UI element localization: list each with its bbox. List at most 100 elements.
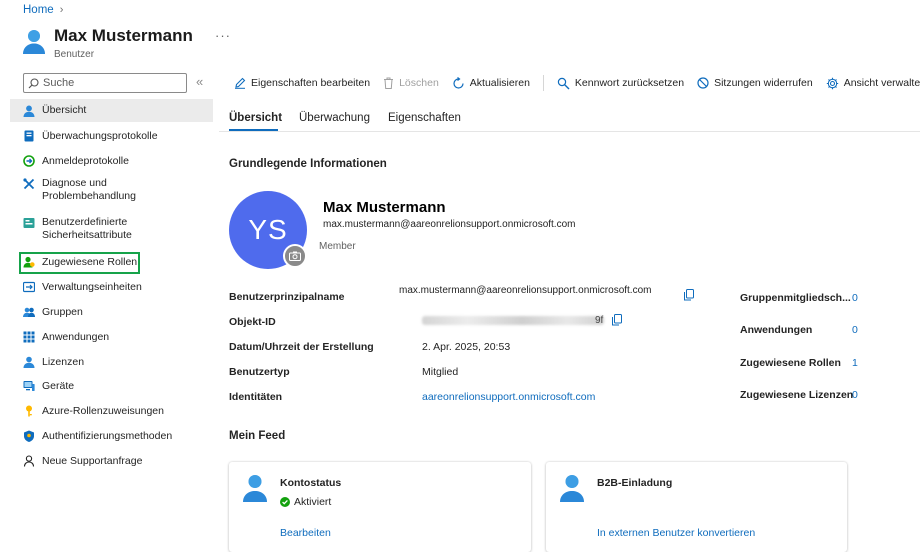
support-icon [23,455,35,467]
sidebar-search[interactable] [23,73,187,93]
applications-label: Anwendungen [740,324,813,336]
sidebar-item-label: Geräte [42,379,75,392]
b2b-invitation-title: B2B-Einladung [597,477,673,489]
sidebar-item-auth-methods[interactable]: Authentifizierungsmethoden [10,428,213,444]
identities-link[interactable]: aareonrelionsupport.onmicrosoft.com [422,391,595,403]
user-type-label: Benutzertyp [229,366,290,378]
assigned-licenses-label: Zugewiesene Lizenzen [740,389,854,401]
delete-label: Löschen [399,77,439,89]
breadcrumb-home-link[interactable]: Home [23,4,54,16]
group-memberships-label: Gruppenmitgliedsch... [740,292,851,304]
sidebar-item-label: Anwendungen [42,330,110,343]
edit-properties-button[interactable]: Eigenschaften bearbeiten [234,77,370,89]
apps-grid-icon [23,331,35,343]
wrench-icon [23,178,35,190]
sidebar-item-diagnose[interactable]: Diagnose und Problembehandlung [10,177,213,205]
reset-password-label: Kennwort zurücksetzen [574,77,685,89]
account-status-card: Kontostatus Aktiviert Bearbeiten [229,462,531,552]
manage-view-label: Ansicht verwalten [843,77,920,89]
tab-overview[interactable]: Übersicht [229,112,282,124]
copy-upn-button[interactable] [683,289,695,301]
object-id-redacted [422,316,604,325]
sidebar-item-label: Lizenzen [42,355,85,368]
profile-name: Max Mustermann [323,199,446,216]
device-icon [23,380,35,392]
block-icon [697,77,709,89]
b2b-invitation-card: B2B-Einladung In externen Benutzer konve… [546,462,847,552]
gear-icon [826,77,839,90]
sidebar-item-groups[interactable]: Gruppen [10,304,213,320]
object-id-value: 9f [595,315,604,326]
object-id-label: Objekt-ID [229,316,276,328]
tab-properties[interactable]: Eigenschaften [388,112,461,124]
key-icon [23,405,35,417]
group-icon [23,306,35,318]
upn-label: Benutzerprinzipalname [229,291,345,303]
highlight-box [19,252,140,274]
copy-object-id-button[interactable] [611,314,623,326]
search-input[interactable] [43,77,173,89]
admin-unit-icon [23,281,35,293]
created-label: Datum/Uhrzeit der Erstellung [229,341,374,353]
signin-log-icon [23,155,35,167]
sidebar-item-label: Anmeldeprotokolle [42,154,129,167]
sidebar-item-label: Benutzerdefinierte Sicherheitsattribute [42,216,132,241]
sidebar-item-licenses[interactable]: Lizenzen [10,354,213,370]
book-icon [23,130,35,142]
basic-info-heading: Grundlegende Informationen [229,158,387,170]
more-options-button[interactable]: ··· [215,28,231,43]
account-status-indicator: Aktiviert [280,496,331,508]
copy-icon [611,314,623,326]
chevron-right-icon: › [59,4,64,16]
page-title: Max Mustermann [54,26,193,45]
assigned-roles-label: Zugewiesene Rollen [740,357,841,369]
refresh-label: Aktualisieren [469,77,530,89]
search-icon [28,77,39,89]
my-feed-heading: Mein Feed [229,430,286,442]
revoke-sessions-button[interactable]: Sitzungen widerrufen [697,77,813,89]
sidebar-item-label: Verwaltungseinheiten [42,280,142,293]
account-status-value: Aktiviert [294,496,332,508]
sidebar-item-signin-logs[interactable]: Anmeldeprotokolle [10,153,213,169]
sidebar-item-support[interactable]: Neue Supportanfrage [10,453,213,469]
created-value: 2. Apr. 2025, 20:53 [422,341,511,353]
sidebar-item-azure-roles[interactable]: Azure-Rollenzuweisungen [10,403,213,419]
license-icon [23,356,35,368]
user-icon [242,474,268,502]
tab-monitoring[interactable]: Überwachung [299,112,370,124]
convert-external-user-link[interactable]: In externen Benutzer konvertieren [597,527,755,539]
sidebar-item-label: Diagnose und Problembehandlung [42,177,136,202]
camera-icon [289,251,301,261]
sidebar-item-label: Überwachungsprotokolle [42,129,158,142]
sidebar-item-devices[interactable]: Geräte [10,378,213,394]
edit-account-link[interactable]: Bearbeiten [280,527,331,539]
applications-count[interactable]: 0 [852,324,858,336]
delete-button[interactable]: Löschen [383,77,439,89]
collapse-sidebar-button[interactable]: « [196,74,203,89]
sidebar-item-admin-units[interactable]: Verwaltungseinheiten [10,279,213,295]
refresh-button[interactable]: Aktualisieren [452,76,530,90]
sidebar-item-label: Übersicht [42,104,87,116]
assigned-licenses-count[interactable]: 0 [852,389,858,401]
breadcrumb: Home › [23,4,63,16]
assigned-roles-count[interactable]: 1 [852,357,858,369]
sidebar-item-audit-logs[interactable]: Überwachungsprotokolle [10,128,213,144]
change-photo-button[interactable] [283,244,307,268]
toolbar-divider [542,75,544,91]
reset-password-button[interactable]: Kennwort zurücksetzen [557,77,684,90]
group-memberships-count[interactable]: 0 [852,292,858,304]
sidebar-item-overview[interactable]: Übersicht [10,99,213,122]
active-tab-indicator [229,129,278,131]
check-circle-icon [280,497,290,507]
sidebar-item-security-attributes[interactable]: Benutzerdefinierte Sicherheitsattribute [10,216,213,244]
tabs-divider [219,131,920,132]
user-icon [23,105,35,117]
user-icon [559,474,585,502]
manage-view-button[interactable]: Ansicht verwalten [826,77,920,90]
sidebar-item-label: Gruppen [42,305,83,318]
profile-email: max.mustermann@aareonrelionsupport.onmic… [323,219,576,230]
sidebar-item-applications[interactable]: Anwendungen [10,329,213,345]
user-type-value: Mitglied [422,366,459,378]
page-subtitle: Benutzer [54,49,95,60]
command-toolbar: Eigenschaften bearbeiten Löschen Aktuali… [234,75,920,91]
